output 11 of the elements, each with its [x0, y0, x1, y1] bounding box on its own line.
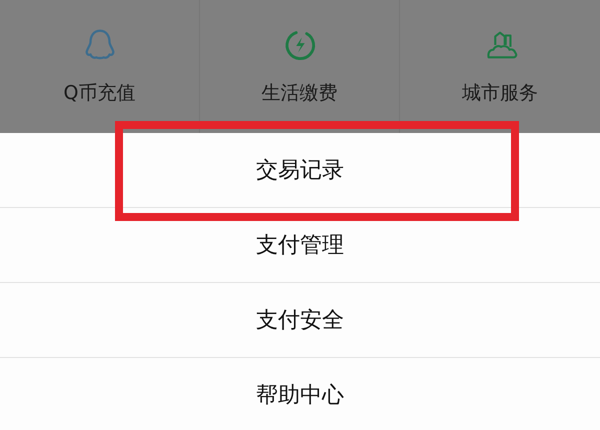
service-label[interactable]: 生活缴费 [262, 80, 338, 106]
service-label[interactable]: Q币充值 [64, 80, 136, 106]
menu-row[interactable]: 交易记录 [0, 133, 600, 208]
menu-row[interactable]: 支付安全 [0, 283, 600, 358]
menu-label: 帮助中心 [256, 382, 344, 410]
menu-label: 支付安全 [256, 307, 344, 335]
menu-label: 支付管理 [256, 232, 344, 260]
menu-row[interactable]: 支付管理 [0, 208, 600, 283]
service-label[interactable]: 城市服务 [462, 80, 538, 106]
menu-row[interactable]: 帮助中心 [0, 358, 600, 430]
menu-label: 交易记录 [256, 157, 344, 185]
